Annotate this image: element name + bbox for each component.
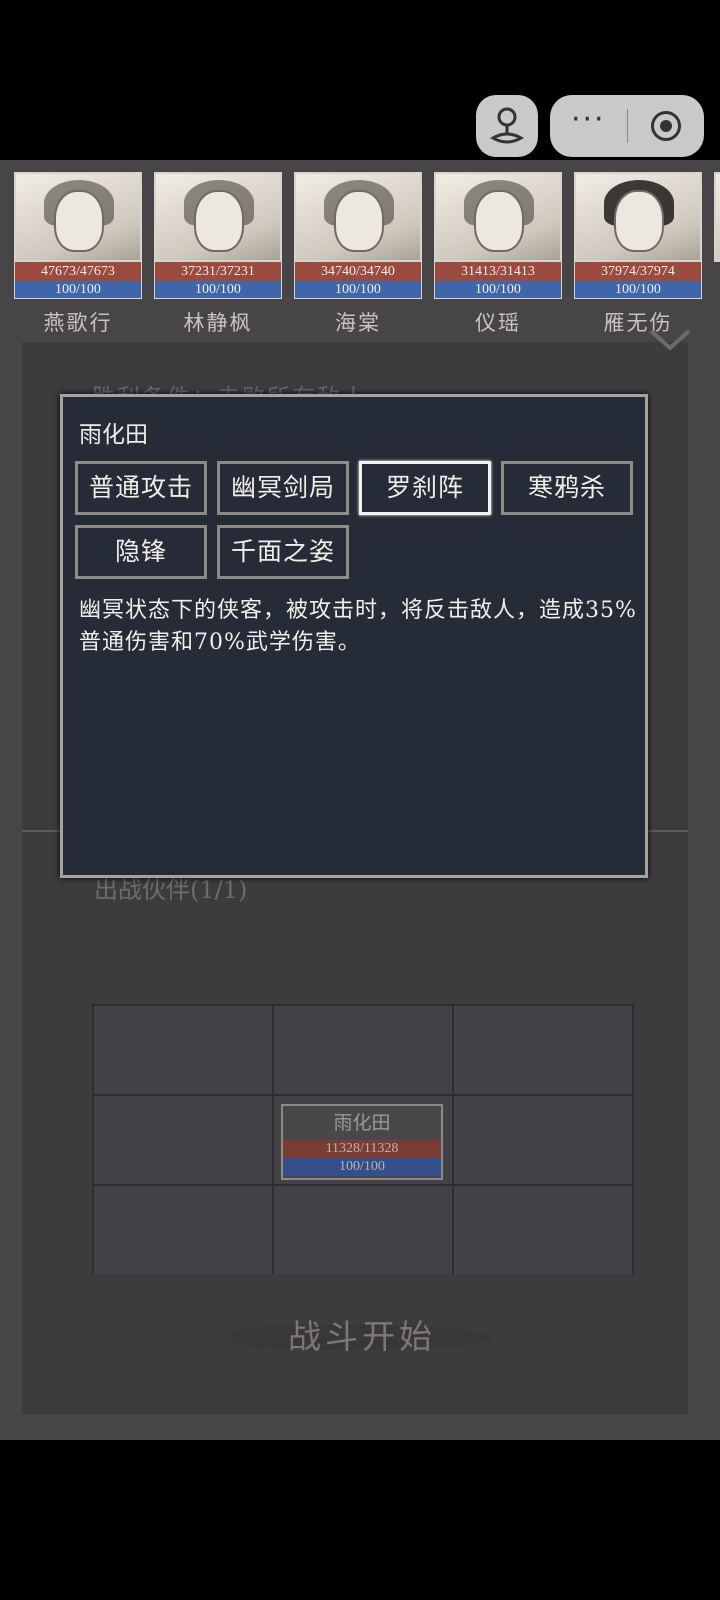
- hero-portrait: [434, 172, 562, 262]
- system-top-bar: ···: [0, 0, 720, 160]
- hero-roster: 47673/47673 100/100 燕歌行 37231/37231 100/…: [14, 172, 720, 335]
- hero-card[interactable]: 34740/34740 100/100 海棠: [294, 172, 422, 335]
- profile-capsule-button[interactable]: [476, 95, 538, 157]
- chevron-down-icon[interactable]: [648, 328, 692, 352]
- formation-slot[interactable]: [454, 1186, 632, 1274]
- hero-portrait: [154, 172, 282, 262]
- skill-button-normal-attack[interactable]: 普通攻击: [75, 461, 207, 515]
- start-battle-button[interactable]: 战斗开始: [232, 1306, 492, 1368]
- hero-portrait: [14, 172, 142, 262]
- skill-detail-modal[interactable]: 雨化田 普通攻击 幽冥剑局 罗刹阵 寒鸦杀 隐锋 千面之姿 幽冥状态下的侠客，被…: [60, 394, 648, 878]
- formation-slot[interactable]: [274, 1186, 452, 1274]
- hero-portrait: [294, 172, 422, 262]
- skill-button-hanya-sha[interactable]: 寒鸦杀: [501, 461, 633, 515]
- hero-hp-bar: 37974/37974: [574, 262, 702, 281]
- hero-name: 林静枫: [183, 311, 253, 335]
- skill-description: 幽冥状态下的侠客，被攻击时，将反击敌人，造成35%普通伤害和70%武学伤害。: [79, 598, 637, 655]
- unit-name: 雨化田: [333, 1112, 391, 1134]
- formation-grid: 雨化田 11328/11328 100/100: [92, 1004, 634, 1274]
- target-icon: [650, 111, 681, 141]
- hero-card[interactable]: 47673/47673 100/100 燕歌行: [14, 172, 142, 335]
- hero-name: 仪瑶: [475, 311, 521, 335]
- hero-portrait: [574, 172, 702, 262]
- hero-mp-bar: 100/100: [294, 281, 422, 299]
- skill-list: 普通攻击 幽冥剑局 罗刹阵 寒鸦杀 隐锋 千面之姿: [75, 461, 635, 579]
- formation-slot[interactable]: [454, 1006, 632, 1094]
- hero-card-partial[interactable]: [714, 172, 720, 302]
- formation-slot[interactable]: [94, 1186, 272, 1274]
- formation-slot[interactable]: [94, 1006, 272, 1094]
- bottom-bar: [0, 1440, 720, 1600]
- hero-portrait: [714, 172, 720, 262]
- more-dots-icon: ···: [570, 102, 606, 137]
- unit-mp-bar: 100/100: [283, 1158, 441, 1176]
- skill-button-qianmian-zhizi[interactable]: 千面之姿: [217, 525, 349, 579]
- formation-slot-center[interactable]: 雨化田 11328/11328 100/100: [274, 1096, 452, 1184]
- formation-slot[interactable]: [274, 1006, 452, 1094]
- hero-hp-bar: 47673/47673: [14, 262, 142, 281]
- formation-slot[interactable]: [454, 1096, 632, 1184]
- skill-button-luosha-zhen[interactable]: 罗刹阵: [359, 461, 491, 515]
- more-button[interactable]: ···: [550, 95, 627, 157]
- menu-capsule: ···: [550, 95, 704, 157]
- hero-hp-bar: 34740/34740: [294, 262, 422, 281]
- hero-name: 海棠: [335, 311, 381, 335]
- start-battle-label: 战斗开始: [288, 1317, 436, 1356]
- close-miniprogram-button[interactable]: [628, 95, 705, 157]
- deployed-unit-card[interactable]: 雨化田 11328/11328 100/100: [281, 1104, 443, 1180]
- hero-mp-bar: 100/100: [574, 281, 702, 299]
- hero-mp-bar: 100/100: [14, 281, 142, 299]
- joystick-icon: [490, 107, 524, 144]
- skill-button-yinfeng[interactable]: 隐锋: [75, 525, 207, 579]
- hero-mp-bar: 100/100: [154, 281, 282, 299]
- hero-card[interactable]: 37974/37974 100/100 雁无伤: [574, 172, 702, 335]
- modal-title: 雨化田: [79, 422, 148, 448]
- hero-mp-bar: 100/100: [434, 281, 562, 299]
- hero-hp-bar: 37231/37231: [154, 262, 282, 281]
- hero-card[interactable]: 37231/37231 100/100 林静枫: [154, 172, 282, 335]
- formation-slot[interactable]: [94, 1096, 272, 1184]
- hero-hp-bar: 31413/31413: [434, 262, 562, 281]
- unit-hp-bar: 11328/11328: [283, 1140, 441, 1158]
- skill-button-youming-jianju[interactable]: 幽冥剑局: [217, 461, 349, 515]
- hero-name: 燕歌行: [43, 311, 113, 335]
- hero-card[interactable]: 31413/31413 100/100 仪瑶: [434, 172, 562, 335]
